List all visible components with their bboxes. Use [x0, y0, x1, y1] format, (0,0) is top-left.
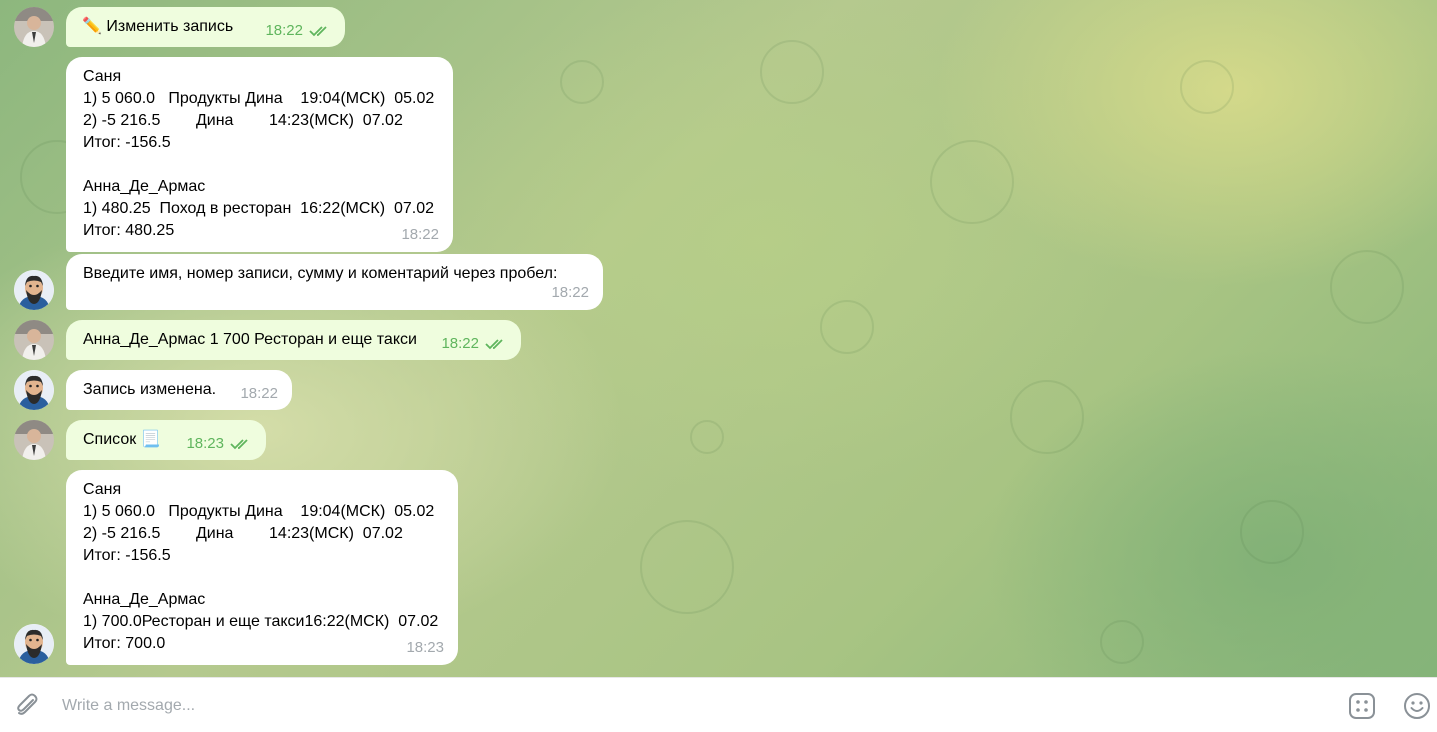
bot-avatar[interactable]: [14, 370, 54, 410]
message-text: Введите имя, номер записи, сумму и комен…: [83, 265, 558, 282]
message-time: 18:23: [406, 639, 444, 656]
message-text: Саня 1) 5 060.0 Продукты Дина 19:04(МСК)…: [83, 481, 439, 652]
message-time: 18:22: [441, 335, 479, 352]
message-time: 18:23: [186, 435, 224, 452]
message-bubble-incoming[interactable]: Введите имя, номер записи, сумму и комен…: [66, 254, 603, 310]
bot-avatar[interactable]: [14, 270, 54, 310]
message-time: 18:22: [401, 226, 439, 243]
bot-commands-icon[interactable]: [1348, 692, 1376, 725]
double-check-icon: [230, 439, 248, 450]
user-avatar[interactable]: [14, 7, 54, 47]
message-text: Саня 1) 5 060.0 Продукты Дина 19:04(МСК)…: [83, 68, 435, 239]
bot-avatar-image: [14, 370, 54, 410]
message-bubble-outgoing[interactable]: Анна_Де_Армас 1 700 Ресторан и еще такси…: [66, 320, 521, 360]
user-avatar-image: [14, 320, 54, 360]
bot-avatar[interactable]: [14, 624, 54, 664]
message-time: 18:22: [551, 284, 589, 301]
bot-avatar-image: [14, 624, 54, 664]
user-avatar-image: [14, 7, 54, 47]
message-bubble-incoming[interactable]: Саня 1) 5 060.0 Продукты Дина 19:04(МСК)…: [66, 470, 458, 665]
message-bubble-incoming[interactable]: Запись изменена. 18:22: [66, 370, 292, 410]
message-time: 18:22: [265, 22, 303, 39]
message-composer: [0, 677, 1437, 732]
message-bubble-incoming[interactable]: Саня 1) 5 060.0 Продукты Дина 19:04(МСК)…: [66, 57, 453, 252]
paperclip-icon[interactable]: [14, 692, 40, 723]
emoji-icon[interactable]: [1402, 691, 1432, 726]
bot-avatar-image: [14, 270, 54, 310]
user-avatar[interactable]: [14, 420, 54, 460]
double-check-icon: [485, 339, 503, 350]
user-avatar-image: [14, 420, 54, 460]
message-bubble-outgoing[interactable]: Список 📃 18:23: [66, 420, 266, 460]
message-time: 18:22: [240, 385, 278, 402]
message-bubble-outgoing[interactable]: ✏️ Изменить запись 18:22: [66, 7, 345, 47]
message-input[interactable]: [60, 692, 1314, 720]
user-avatar[interactable]: [14, 320, 54, 360]
double-check-icon: [309, 26, 327, 37]
